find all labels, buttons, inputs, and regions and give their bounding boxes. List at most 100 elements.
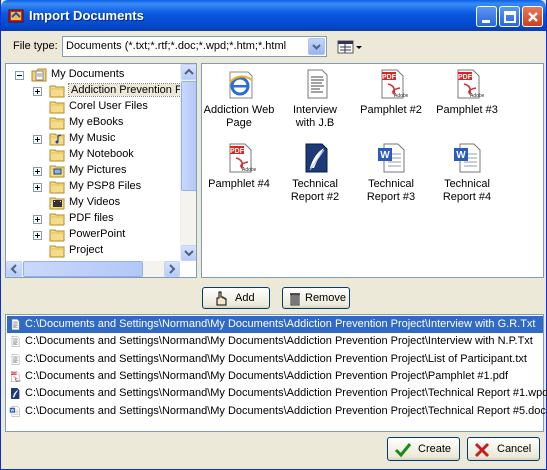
- file-tile[interactable]: W Technical Report #3: [354, 142, 428, 206]
- tree-item-label: My eBooks: [69, 116, 124, 128]
- trash-icon: [290, 293, 300, 306]
- chevron-left-icon: [10, 264, 17, 274]
- collapse-toggle[interactable]: [15, 71, 24, 80]
- tree-item-label: My Music: [69, 132, 116, 144]
- file-tile[interactable]: PDF Adobe Pamphlet #4: [202, 142, 276, 206]
- expand-toggle[interactable]: [33, 135, 42, 144]
- tree-item-label: My PSP8 Files: [69, 180, 142, 192]
- tree-item[interactable]: My Pictures: [6, 163, 182, 179]
- file-tile[interactable]: PDF Adobe Pamphlet #3: [430, 68, 504, 132]
- scroll-right-button[interactable]: [164, 261, 180, 277]
- file-caption-line1: Technical: [292, 178, 338, 190]
- import-list-row[interactable]: C:\Documents and Settings\Normand\My Doc…: [7, 351, 543, 368]
- remove-button[interactable]: Remove: [282, 287, 350, 309]
- tree-vertical-scrollbar[interactable]: [180, 64, 196, 261]
- file-type-dropdown-button[interactable]: [308, 38, 325, 55]
- file-tile[interactable]: Addiction Web Page: [202, 68, 276, 132]
- tree-item[interactable]: Project: [6, 243, 182, 259]
- text-document-icon: [300, 68, 332, 100]
- import-list-row[interactable]: C:\Documents and Settings\Normand\My Doc…: [7, 385, 547, 402]
- expand-toggle[interactable]: [33, 167, 42, 176]
- expand-toggle[interactable]: [33, 87, 42, 96]
- tree-item-label: My Notebook: [69, 148, 134, 160]
- folder-icon: [49, 100, 65, 114]
- tree-hscroll-thumb[interactable]: [23, 261, 143, 277]
- file-type-combo[interactable]: Documents (*.txt;*.rtf;*.doc;*.wpd;*.htm…: [62, 36, 327, 57]
- tree-item-label: Addiction Prevention Project: [67, 83, 196, 97]
- text-document-icon: [9, 334, 21, 349]
- tree-item-label: Corel User Files: [69, 100, 148, 112]
- file-icon-view[interactable]: Addiction Web Page Interview with J.B PDF Ado…: [201, 63, 544, 278]
- expand-toggle[interactable]: [33, 183, 42, 192]
- file-tile[interactable]: Interview with J.B: [278, 68, 352, 132]
- file-caption: Technical Report #4: [430, 178, 504, 204]
- file-caption-line1: Pamphlet #3: [436, 104, 498, 116]
- svg-text:W: W: [11, 408, 15, 412]
- chevron-down-icon: [312, 44, 321, 50]
- checkmark-icon: [394, 443, 412, 458]
- tree-item[interactable]: PowerPoint: [6, 227, 182, 243]
- file-type-label: File type:: [13, 40, 58, 52]
- chevron-up-icon: [184, 68, 194, 75]
- maximize-button[interactable]: [499, 6, 520, 27]
- view-mode-button[interactable]: [337, 39, 363, 55]
- tree-item[interactable]: My Music: [6, 131, 182, 147]
- scroll-up-button[interactable]: [181, 64, 196, 80]
- file-caption: Technical Report #2: [278, 178, 352, 204]
- import-path: C:\Documents and Settings\Normand\My Doc…: [25, 335, 533, 348]
- expand-toggle[interactable]: [33, 231, 42, 240]
- import-list-row[interactable]: W C:\Documents and Settings\Normand\My Do…: [7, 403, 546, 420]
- file-caption: Technical Report #3: [354, 178, 428, 204]
- my-documents-icon: [31, 68, 47, 82]
- minimize-icon: [482, 20, 490, 23]
- tree-item[interactable]: My PSP8 Files: [6, 179, 182, 195]
- minimize-button[interactable]: [476, 6, 497, 27]
- pdf-icon: PDF Adobe: [224, 142, 257, 174]
- video-folder-icon: [49, 196, 65, 210]
- expand-toggle[interactable]: [33, 215, 42, 224]
- hand-pointer-icon: [216, 291, 227, 306]
- tree-item[interactable]: Corel User Files: [6, 99, 182, 115]
- svg-text:Adobe: Adobe: [394, 93, 408, 99]
- import-list-row[interactable]: C:\Documents and Settings\Normand\My Doc…: [7, 316, 543, 333]
- file-tile[interactable]: PDF Adobe Pamphlet #2: [354, 68, 428, 132]
- folder-icon: [49, 148, 65, 162]
- import-list-row[interactable]: C:\Documents and Settings\Normand\My Doc…: [7, 333, 543, 350]
- create-button[interactable]: Create: [387, 437, 460, 461]
- cancel-x-icon: [474, 442, 490, 458]
- cancel-button[interactable]: Cancel: [467, 437, 540, 461]
- svg-text:PDF: PDF: [382, 74, 397, 81]
- file-caption: Pamphlet #4: [202, 178, 276, 191]
- tree-item-label: PowerPoint: [69, 228, 126, 240]
- tree-horizontal-scrollbar[interactable]: [6, 261, 180, 277]
- file-caption-line1: Pamphlet #2: [360, 104, 422, 116]
- tree-item[interactable]: PDF files: [6, 211, 182, 227]
- file-caption: Addiction Web Page: [202, 104, 276, 130]
- tree-scroll-thumb[interactable]: [181, 81, 196, 191]
- tree-item[interactable]: My Documents: [6, 67, 182, 83]
- file-tile[interactable]: W Technical Report #4: [430, 142, 504, 206]
- folder-icon: [49, 228, 65, 242]
- close-icon: [528, 12, 538, 22]
- title-bar[interactable]: Import Documents: [1, 0, 546, 31]
- file-tile[interactable]: Technical Report #2: [278, 142, 352, 206]
- tree-item[interactable]: My eBooks: [6, 115, 182, 131]
- import-list-row[interactable]: PDF Adobe C:\Documents and Settings\Norman…: [7, 368, 543, 385]
- text-document-icon: [9, 317, 21, 332]
- scroll-left-button[interactable]: [6, 261, 22, 277]
- add-button-label: Add: [235, 292, 255, 304]
- tree-item[interactable]: Addiction Prevention Project: [6, 83, 196, 99]
- add-button[interactable]: Add: [202, 287, 270, 309]
- scroll-down-button[interactable]: [181, 245, 196, 261]
- tree-item[interactable]: My Notebook: [6, 147, 182, 163]
- file-caption: Pamphlet #3: [430, 104, 504, 117]
- chevron-right-icon: [169, 264, 176, 274]
- pdf-icon: PDF Adobe: [376, 68, 409, 100]
- file-caption-line1: Pamphlet #4: [208, 178, 270, 190]
- import-file-list[interactable]: C:\Documents and Settings\Normand\My Doc…: [5, 314, 547, 432]
- text-document-icon: [9, 352, 21, 367]
- folder-tree[interactable]: My Documents Addiction Prevention Project…: [5, 63, 197, 278]
- close-button[interactable]: [522, 6, 543, 27]
- tree-item[interactable]: My Videos: [6, 195, 182, 211]
- wordperfect-icon: [9, 386, 21, 401]
